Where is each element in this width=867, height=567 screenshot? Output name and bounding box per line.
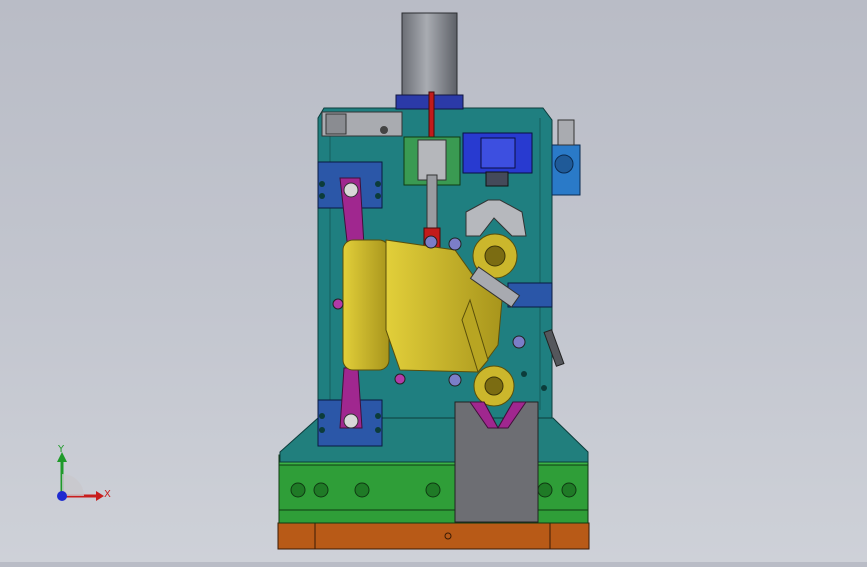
cad-viewport[interactable]: Y X (0, 0, 867, 562)
sensor-top-left (321, 111, 403, 137)
sensor-right (551, 119, 581, 196)
base-plate-wood (277, 522, 590, 550)
fixture-assembly-drawing: Y X (57, 12, 590, 550)
y-axis-label: Y (57, 444, 65, 455)
x-axis-label: X (104, 489, 111, 500)
axis-triad[interactable]: Y X (57, 444, 111, 501)
base-block-green (278, 454, 589, 524)
